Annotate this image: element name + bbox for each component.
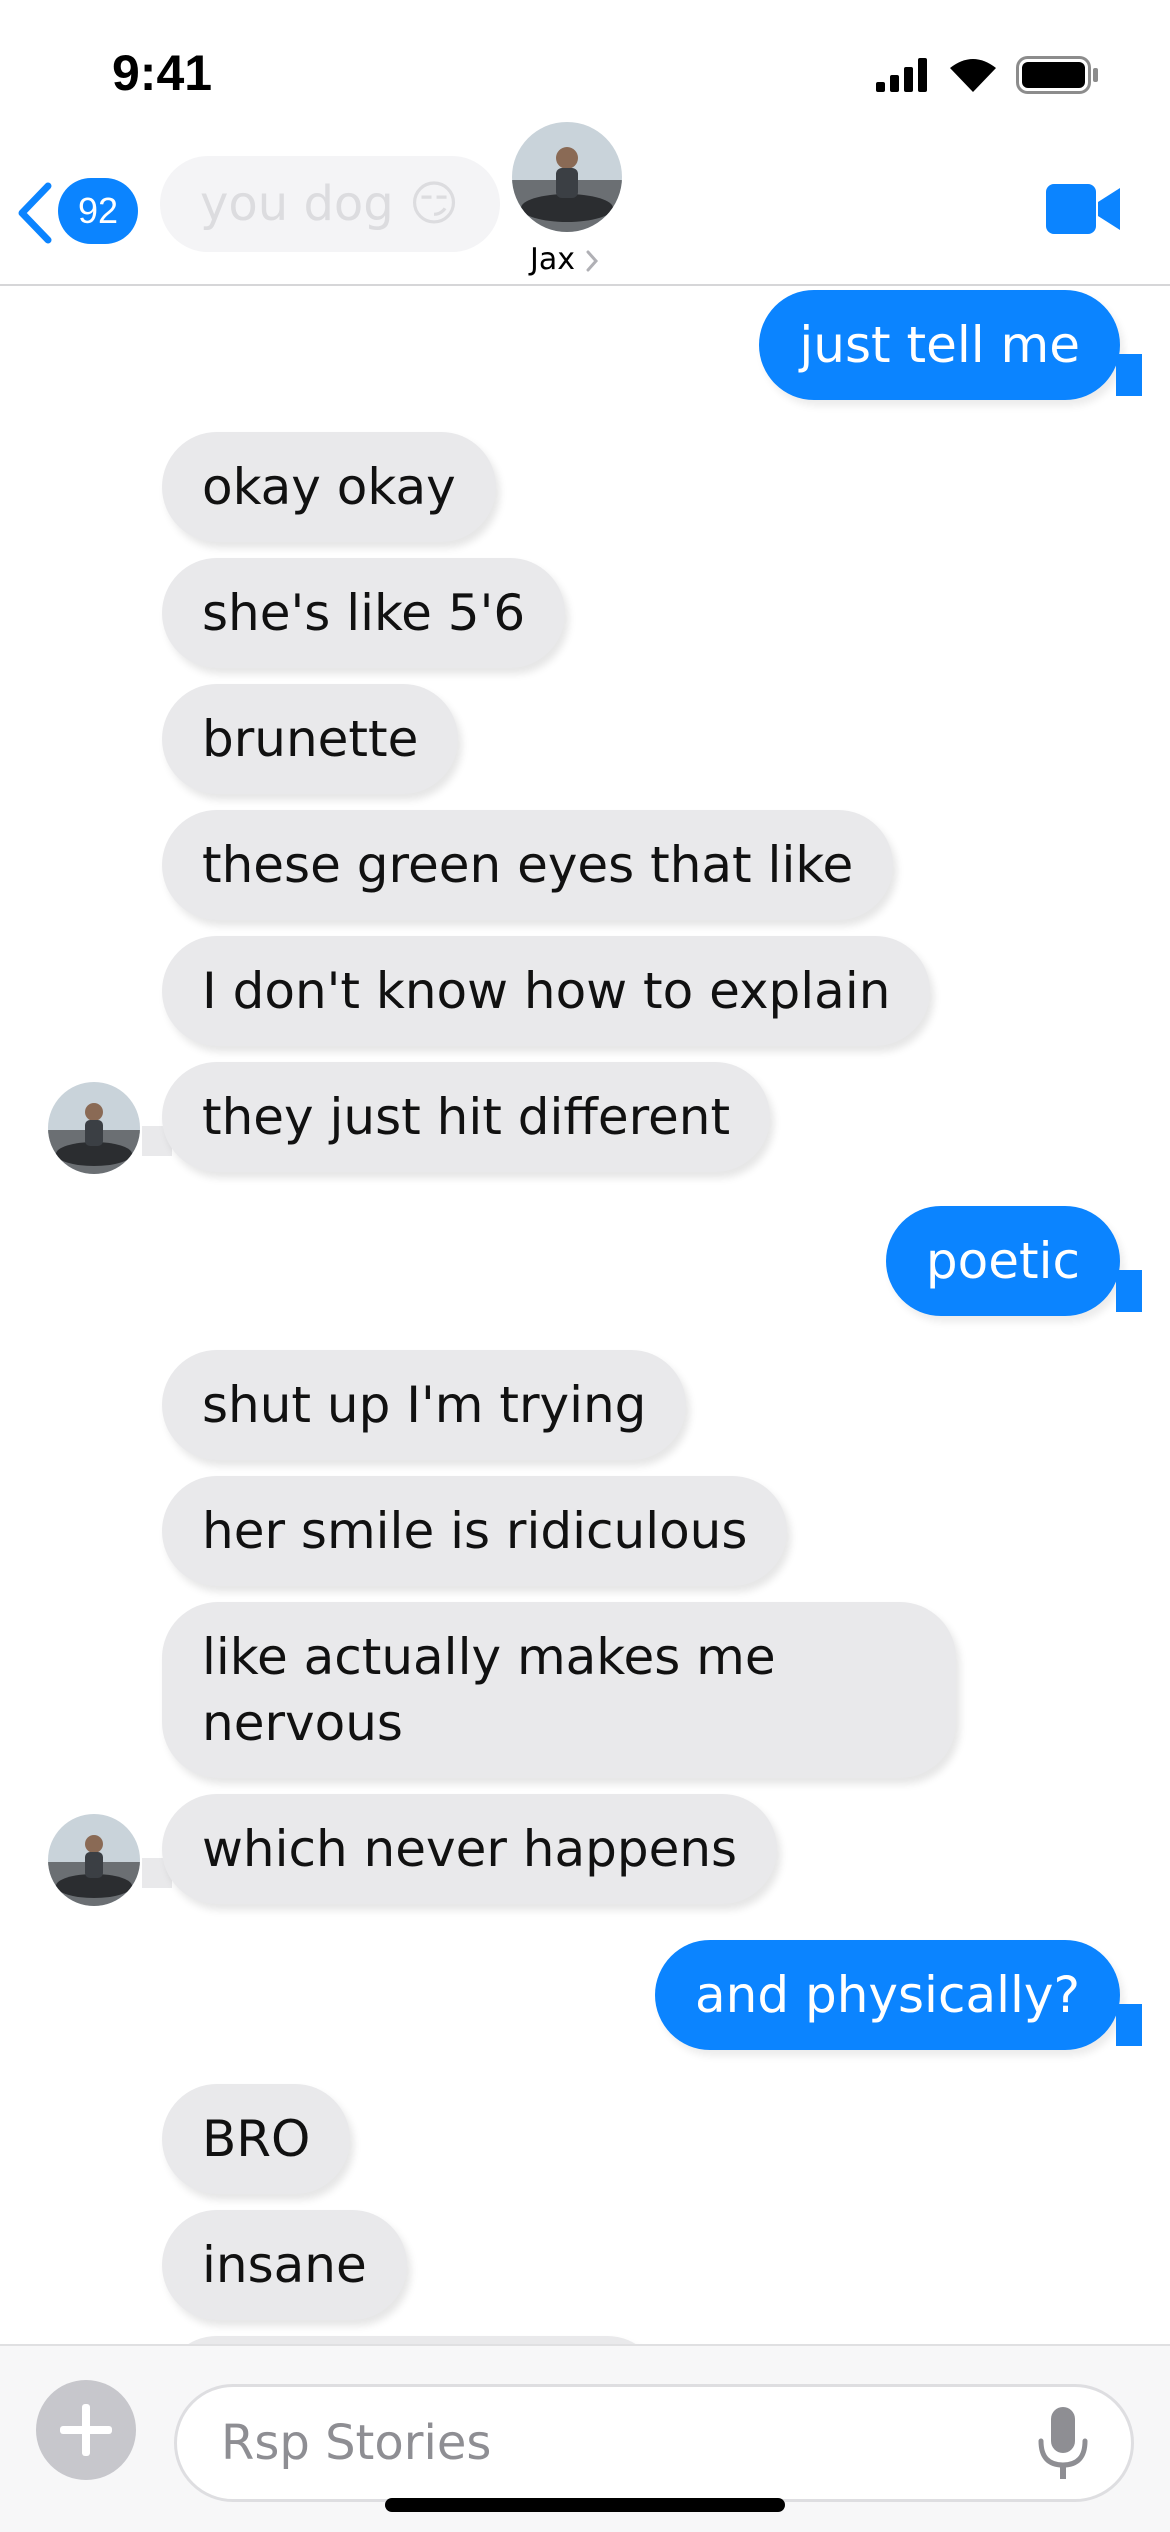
bubble-tail [1116,354,1142,396]
video-camera-icon[interactable] [1046,184,1120,238]
incoming-message[interactable]: I don't know how to explain [162,936,931,1046]
back-chevron-icon[interactable] [14,180,54,250]
chevron-right-icon[interactable] [585,250,599,276]
contact-avatar[interactable] [512,122,622,232]
outgoing-message[interactable]: poetic [885,1206,1120,1316]
bubble-tail [1116,1270,1142,1312]
microphone-icon[interactable] [1035,2405,1091,2487]
message-input-placeholder: Rsp Stories [221,2415,492,2471]
battery-icon [1016,56,1100,98]
home-indicator[interactable] [385,2498,785,2512]
incoming-message[interactable]: shut up I'm trying [162,1350,687,1460]
incoming-message[interactable]: these green eyes that like [162,810,894,920]
incoming-message[interactable]: brunette [162,684,459,794]
signal-icon [876,58,930,96]
incoming-message[interactable]: which never happens [162,1794,778,1904]
incoming-message[interactable]: okay okay [162,432,496,542]
incoming-message[interactable]: BRO [162,2084,351,2194]
message-input[interactable]: Rsp Stories [174,2384,1134,2502]
incoming-message-partial[interactable] [162,2336,662,2344]
outgoing-message[interactable]: just tell me [759,290,1120,400]
message-preview: you dog 😏 [160,156,500,252]
message-thread[interactable]: just tell me okay okay she's like 5'6 br… [0,286,1170,2344]
incoming-message[interactable]: insane [162,2210,407,2320]
sender-avatar[interactable] [48,1814,140,1906]
status-time: 9:41 [112,45,213,101]
sender-avatar[interactable] [48,1082,140,1174]
incoming-message[interactable]: they just hit different [162,1062,771,1172]
plus-icon[interactable] [36,2380,136,2480]
conversation-header: 92 you dog 😏 Jax [0,120,1170,286]
incoming-message[interactable]: she's like 5'6 [162,558,566,668]
incoming-message[interactable]: like actually makes me nervous [162,1602,956,1778]
wifi-icon [950,58,996,96]
status-icons [876,56,1100,98]
contact-name[interactable]: Jax [530,242,575,277]
unread-count-badge[interactable]: 92 [58,178,138,244]
outgoing-message[interactable]: and physically? [655,1940,1120,2050]
incoming-message[interactable]: her smile is ridiculous [162,1476,788,1586]
bubble-tail [1116,2004,1142,2046]
